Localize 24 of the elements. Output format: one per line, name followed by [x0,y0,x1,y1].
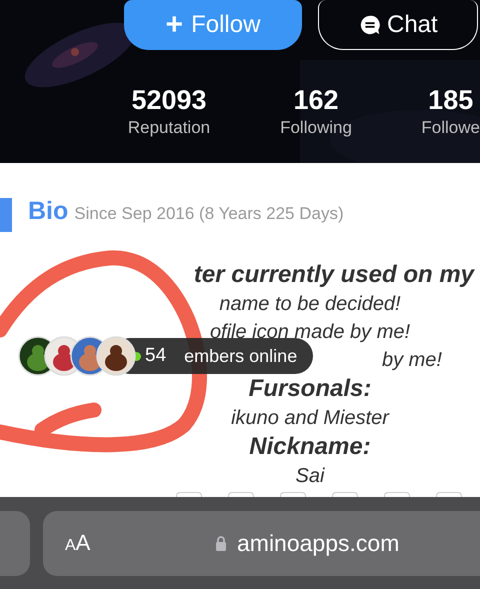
stat-label: Followe [421,117,480,139]
member-since: Since Sep 2016 (8 Years 225 Days) [74,204,344,224]
lock-icon [215,535,227,551]
stat-value: 162 [293,84,339,116]
section-marker [0,198,12,232]
stat-value: 52093 [131,84,207,116]
text-size-button[interactable]: AA [65,530,215,556]
bio-text: Sai [296,464,324,489]
online-label: embers online [184,346,298,366]
online-count: 54 [145,345,166,367]
bio-text: name to be decided! [219,292,401,317]
stat-label: Following [280,117,352,139]
bio-text: Nickname: [249,432,371,462]
stat-value: 185 [428,84,474,116]
stat-label: Reputation [128,117,210,139]
bio-text: by me! [382,348,443,373]
bio-text: ikuno and Miester [231,406,389,431]
section-title: Bio [28,197,68,226]
address-bar[interactable]: AA aminoapps.com [43,510,480,576]
url-text: aminoapps.com [237,530,400,556]
bio-text: ter currently used on my [194,260,476,290]
bio-text: Fursonals: [248,374,372,404]
follow-button[interactable]: + Follow [124,0,302,50]
chat-icon [359,14,381,36]
